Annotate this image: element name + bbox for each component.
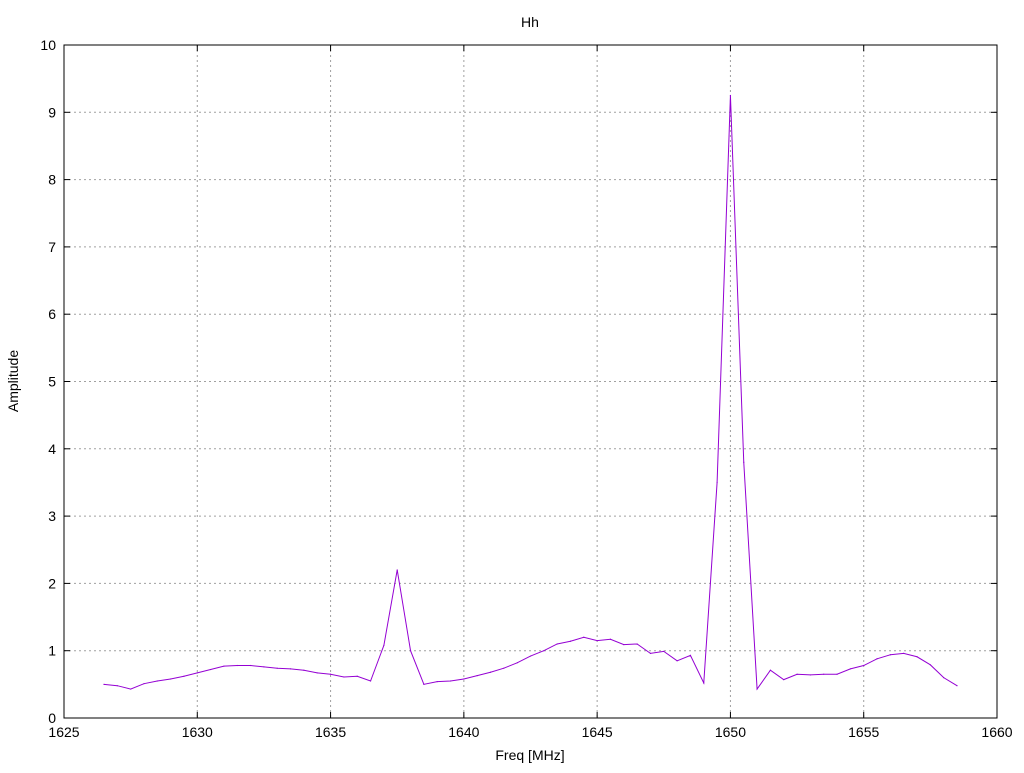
chart-container: 1625 1630 1635 1640 1645 1650 1655 1660 0 1 2 3 4 5 6 7… xyxy=(0,0,1024,768)
data-point xyxy=(383,644,385,646)
data-point xyxy=(250,664,252,667)
series-layer xyxy=(103,94,958,691)
data-point xyxy=(609,638,612,640)
grid-layer xyxy=(64,45,997,718)
data-point xyxy=(636,643,638,645)
data-point xyxy=(356,675,358,677)
chart-title: Hh xyxy=(521,14,539,30)
y-tick-label: 10 xyxy=(40,37,56,53)
data-point xyxy=(276,667,278,669)
data-point xyxy=(289,668,292,670)
data-point xyxy=(783,679,785,681)
data-point xyxy=(889,654,891,656)
data-point xyxy=(223,665,225,667)
data-point xyxy=(116,685,118,687)
data-point xyxy=(236,664,238,667)
data-point xyxy=(743,461,745,463)
data-point xyxy=(343,676,345,678)
series-line xyxy=(103,95,958,691)
data-point xyxy=(823,673,825,675)
x-axis-label: Freq [MHz] xyxy=(495,747,564,763)
data-point xyxy=(196,672,198,674)
y-tick-label: 5 xyxy=(48,374,56,390)
y-tick-label: 7 xyxy=(48,239,56,255)
y-tick-label: 0 xyxy=(48,710,56,726)
y-tick-label: 8 xyxy=(48,172,56,188)
y-tick-label: 1 xyxy=(48,643,56,659)
data-point xyxy=(769,669,772,671)
data-point xyxy=(756,688,758,690)
y-axis-label: Amplitude xyxy=(5,350,21,412)
y-tick-label: 2 xyxy=(48,575,56,591)
data-point xyxy=(863,664,865,667)
y-tick-label: 6 xyxy=(48,306,56,322)
data-point xyxy=(703,682,705,684)
x-tick-label: 1635 xyxy=(315,724,346,740)
data-point xyxy=(796,673,798,675)
data-point xyxy=(436,681,438,683)
data-point xyxy=(449,680,452,682)
data-point xyxy=(476,675,478,677)
x-tick-label: 1630 xyxy=(182,724,213,740)
data-point xyxy=(263,666,265,668)
data-point xyxy=(130,688,132,690)
data-point xyxy=(956,685,958,687)
data-point xyxy=(689,654,692,657)
data-point xyxy=(303,669,305,671)
data-point xyxy=(729,94,732,97)
data-point xyxy=(170,678,172,680)
data-point xyxy=(516,662,518,664)
x-tick-label: 1655 xyxy=(848,724,879,740)
data-point xyxy=(903,652,905,654)
data-point xyxy=(210,668,212,671)
y-tick-label: 9 xyxy=(48,104,56,120)
data-point xyxy=(716,481,718,484)
x-tick-label: 1625 xyxy=(48,724,79,740)
data-point xyxy=(409,650,412,652)
data-point xyxy=(596,640,598,642)
data-point xyxy=(156,680,158,682)
data-point xyxy=(103,683,105,685)
y-tick-label: 4 xyxy=(48,441,56,457)
data-point xyxy=(396,569,398,571)
data-point xyxy=(556,643,558,645)
data-point xyxy=(943,677,945,679)
data-point xyxy=(369,680,372,682)
data-point xyxy=(676,660,678,662)
x-tick-label: 1645 xyxy=(582,724,613,740)
data-point xyxy=(463,678,465,680)
data-point xyxy=(329,673,332,675)
data-point xyxy=(583,636,585,638)
data-point xyxy=(663,650,665,652)
data-point xyxy=(649,652,652,654)
data-point xyxy=(529,655,532,657)
data-point xyxy=(623,644,625,646)
data-point xyxy=(836,673,838,675)
data-point xyxy=(489,671,492,673)
data-point xyxy=(569,640,572,642)
data-point xyxy=(423,683,425,685)
data-point xyxy=(543,650,545,652)
x-tick-label: 1650 xyxy=(715,724,746,740)
data-point xyxy=(916,656,918,658)
data-point xyxy=(143,683,145,685)
tick-label-layer: 1625 1630 1635 1640 1645 1650 1655 1660 0 1 2 3 4 5 6 7… xyxy=(40,37,1012,740)
data-point xyxy=(316,672,318,674)
data-point xyxy=(503,667,505,669)
x-tick-label: 1660 xyxy=(981,724,1012,740)
data-point xyxy=(876,658,878,660)
data-point xyxy=(929,664,931,666)
line-chart: 1625 1630 1635 1640 1645 1650 1655 1660 0 1 2 3 4 5 6 7… xyxy=(5,14,1013,763)
data-point xyxy=(849,668,851,670)
data-point xyxy=(183,675,185,677)
x-tick-label: 1640 xyxy=(448,724,479,740)
y-tick-label: 3 xyxy=(48,508,56,524)
data-point xyxy=(809,674,812,676)
